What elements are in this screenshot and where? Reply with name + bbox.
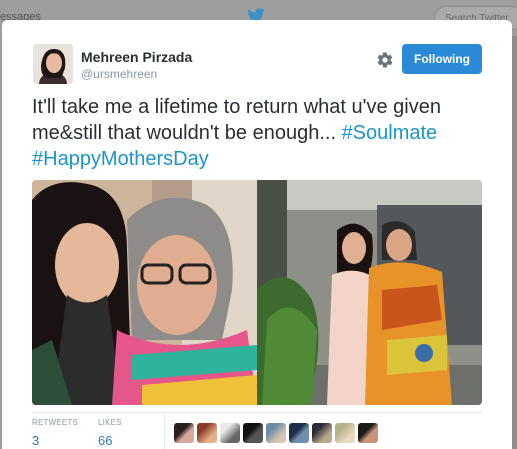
liker-avatars	[174, 423, 378, 443]
liker-avatar[interactable]	[335, 423, 355, 443]
liker-avatar[interactable]	[243, 423, 263, 443]
background-timeline-edge	[512, 36, 517, 449]
tweet-text: It'll take me a lifetime to return what …	[32, 94, 487, 172]
liker-avatar[interactable]	[358, 423, 378, 443]
avatar[interactable]	[33, 44, 73, 84]
tweet-modal: Mehreen Pirzada @ursmehreen Following It…	[2, 20, 512, 449]
stats-separator	[164, 414, 165, 449]
following-button[interactable]: Following	[402, 44, 482, 74]
likes-label: LIKES	[98, 418, 122, 427]
photo-selfie[interactable]	[32, 180, 257, 405]
stats-divider	[32, 412, 482, 413]
avatar-image	[33, 44, 73, 84]
liker-avatar[interactable]	[174, 423, 194, 443]
author-name[interactable]: Mehreen Pirzada	[81, 49, 192, 65]
liker-avatar[interactable]	[220, 423, 240, 443]
retweets-count: 3	[32, 433, 40, 448]
likes-count: 66	[98, 433, 113, 448]
tweet-photos	[32, 180, 482, 405]
liker-avatar[interactable]	[289, 423, 309, 443]
hashtag-happymothersday[interactable]: #HappyMothersDay	[32, 148, 209, 170]
author-handle[interactable]: @ursmehreen	[81, 67, 157, 81]
hashtag-soulmate[interactable]: #Soulmate	[342, 122, 438, 144]
liker-avatar[interactable]	[266, 423, 286, 443]
liker-avatar[interactable]	[197, 423, 217, 443]
retweets-label: RETWEETS	[32, 418, 79, 427]
liker-avatar[interactable]	[312, 423, 332, 443]
photo-standing[interactable]	[257, 180, 482, 405]
retweets-stat[interactable]: RETWEETS 3	[32, 418, 78, 448]
likes-stat[interactable]: LIKES 66	[98, 418, 122, 448]
gear-icon[interactable]	[376, 51, 394, 69]
